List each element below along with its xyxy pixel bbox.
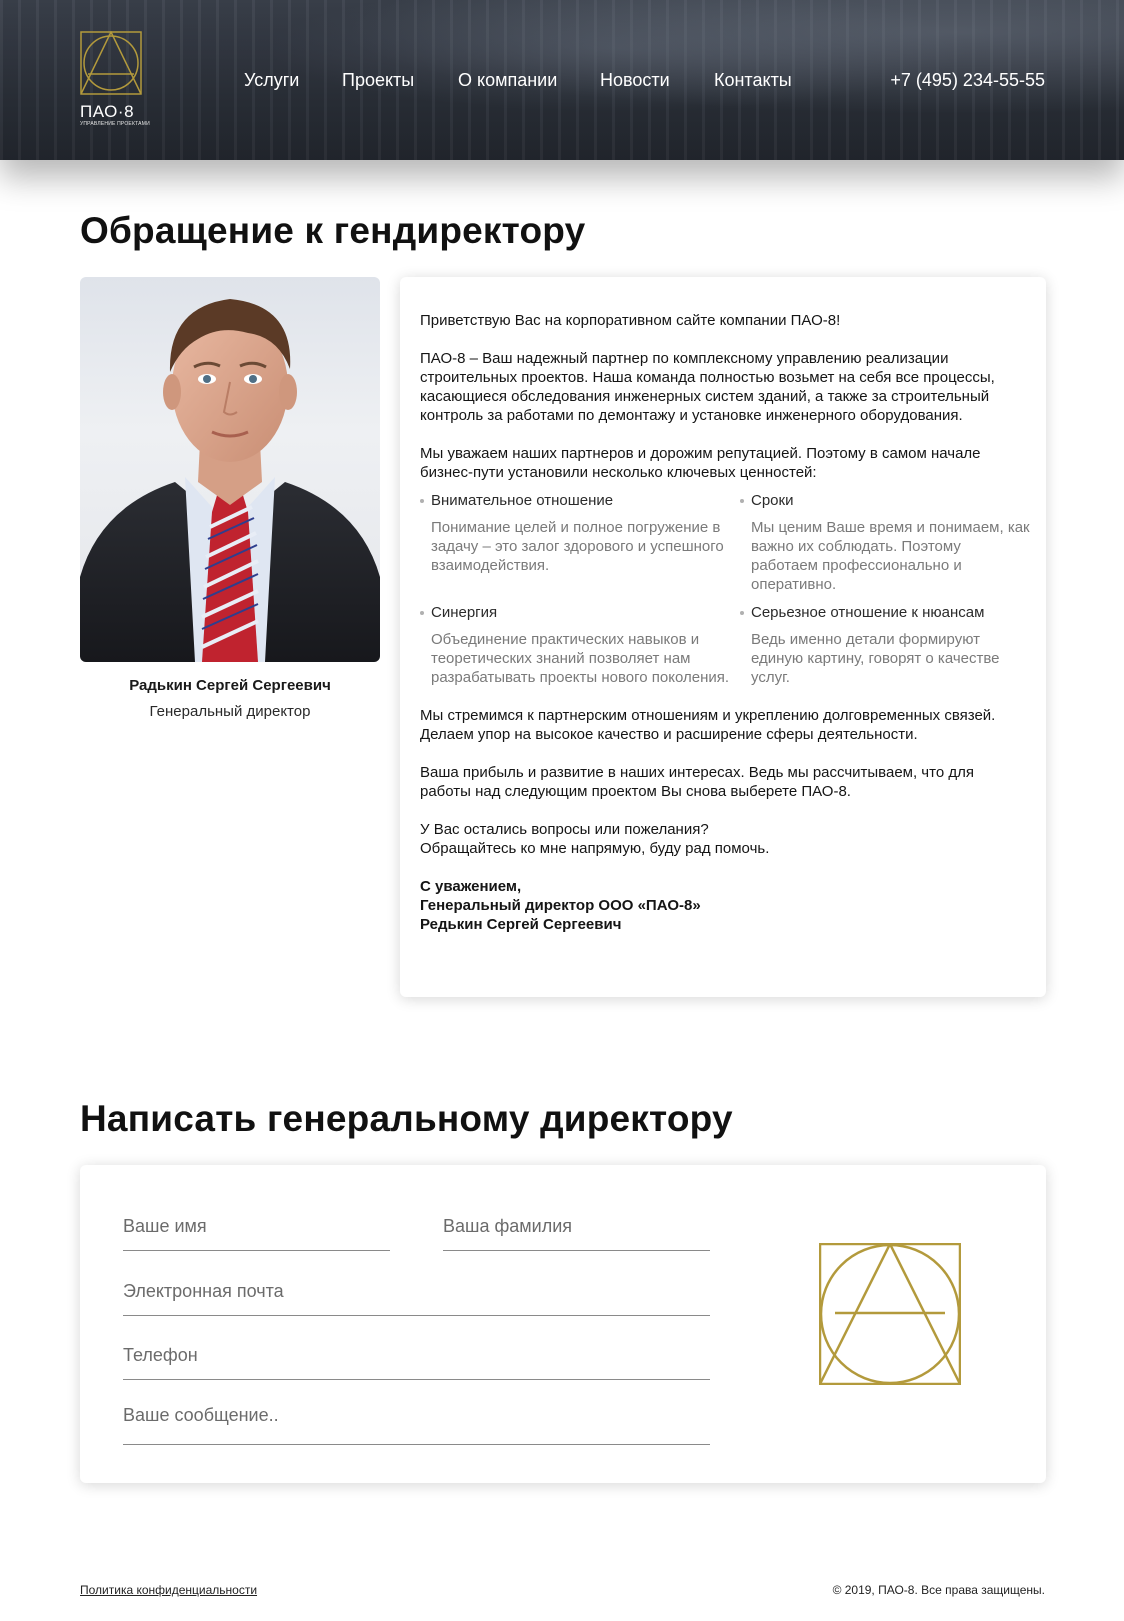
phone-input[interactable] xyxy=(123,1340,710,1370)
director-role: Генеральный директор xyxy=(149,703,311,720)
value-title: Сроки xyxy=(751,491,1030,510)
director-photo xyxy=(80,277,380,662)
first-name-input[interactable] xyxy=(123,1211,390,1241)
nav-item-about[interactable]: О компании xyxy=(458,70,557,91)
letter-paragraph: Ваша прибыль и развитие в наших интереса… xyxy=(420,764,974,800)
appeal-title: Обращение к гендиректору xyxy=(80,210,586,251)
value-title: Серьезное отношение к нюансам xyxy=(751,603,1030,622)
values-list: Внимательное отношение Понимание целей и… xyxy=(420,491,1030,696)
value-text: Ведь именно детали формируют единую карт… xyxy=(751,631,1000,686)
nav-item-projects[interactable]: Проекты xyxy=(342,70,414,91)
header-phone[interactable]: +7 (495) 234-55-55 xyxy=(890,70,1045,91)
message-input[interactable] xyxy=(123,1405,710,1435)
message-field xyxy=(123,1405,710,1445)
value-text: Понимание целей и полное погружение в за… xyxy=(431,519,724,574)
email-input[interactable] xyxy=(123,1276,710,1306)
letter-signature: С уважением, Генеральный директор ООО «П… xyxy=(420,877,1026,934)
form-title: Написать генеральному директору xyxy=(80,1098,733,1139)
last-name-field xyxy=(443,1211,710,1251)
logo-emblem-icon xyxy=(818,1241,962,1390)
copyright: © 2019, ПАО-8. Все права защищены. xyxy=(832,1583,1045,1597)
signature-line: С уважением, xyxy=(420,878,522,895)
first-name-field xyxy=(123,1211,390,1251)
site-header: ПАО·8 УПРАВЛЕНИЕ ПРОЕКТАМИ Услуги Проект… xyxy=(0,0,1124,160)
value-item: Сроки Мы ценим Ваше время и понимаем, ка… xyxy=(740,491,1030,594)
phone-field xyxy=(123,1340,710,1380)
value-text: Объединение практических навыков и теоре… xyxy=(431,631,730,686)
nav-item-news[interactable]: Новости xyxy=(600,70,670,91)
letter-offer: Обращайтесь ко мне напрямую, буду рад по… xyxy=(420,840,770,857)
signature-line: Редькин Сергей Сергеевич xyxy=(420,916,622,933)
letter-paragraph: Мы стремимся к партнерским отношениям и … xyxy=(420,707,996,743)
value-item: Внимательное отношение Понимание целей и… xyxy=(420,491,732,594)
value-text: Мы ценим Ваше время и понимаем, как важн… xyxy=(751,519,1030,593)
contact-form xyxy=(80,1165,1046,1483)
value-item: Синергия Объединение практических навыко… xyxy=(420,603,732,687)
letter-question: У Вас остались вопросы или пожелания? xyxy=(420,821,709,838)
nav-item-contacts[interactable]: Контакты xyxy=(714,70,792,91)
letter-greeting: Приветствую Вас на корпоративном сайте к… xyxy=(420,312,841,329)
value-title: Синергия xyxy=(431,603,732,622)
value-title: Внимательное отношение xyxy=(431,491,732,510)
email-field xyxy=(123,1276,710,1316)
nav-item-services[interactable]: Услуги xyxy=(244,70,299,91)
signature-line: Генеральный директор ООО «ПАО-8» xyxy=(420,897,701,914)
value-item: Серьезное отношение к нюансам Ведь именн… xyxy=(740,603,1030,687)
logo-subtitle: УПРАВЛЕНИЕ ПРОЕКТАМИ xyxy=(80,121,150,127)
privacy-policy-link[interactable]: Политика конфиденциальности xyxy=(80,1583,257,1597)
letter-paragraph: Мы уважаем наших партнеров и дорожим реп… xyxy=(420,445,981,481)
letter-paragraph: ПАО-8 – Ваш надежный партнер по комплекс… xyxy=(420,350,995,424)
logo-text: ПАО·8 xyxy=(80,102,135,121)
director-name: Радькин Сергей Сергеевич xyxy=(129,677,331,694)
last-name-input[interactable] xyxy=(443,1211,710,1241)
letter-paragraph: У Вас остались вопросы или пожелания? Об… xyxy=(420,820,1026,858)
letter-card: Приветствую Вас на корпоративном сайте к… xyxy=(400,277,1046,997)
